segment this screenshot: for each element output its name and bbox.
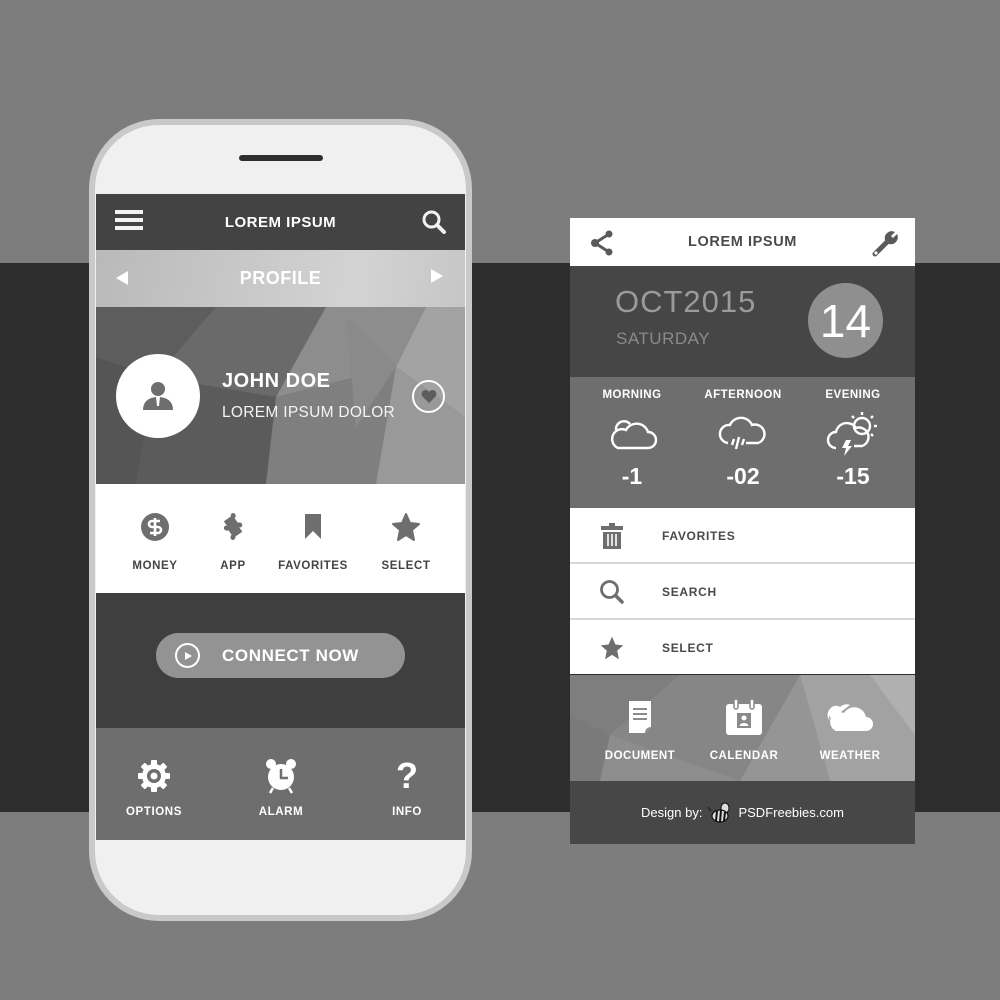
quick-action-label: APP — [220, 560, 246, 572]
weather-label: AFTERNOON — [704, 389, 782, 401]
avatar[interactable] — [116, 354, 200, 438]
quick-action-app[interactable]: APP — [188, 510, 278, 572]
nav-label: OPTIONS — [126, 806, 182, 818]
app-label: WEATHER — [819, 750, 881, 762]
menu-list: FAVORITES SEARCH SELECT — [570, 508, 915, 674]
user-subtitle: LOREM IPSUM DOLOR — [222, 404, 396, 421]
quick-action-money[interactable]: MONEY — [110, 510, 200, 572]
user-icon — [143, 382, 173, 410]
weather-value: -1 — [621, 463, 643, 489]
cloud-icon — [611, 420, 658, 450]
app-header: LOREM IPSUM — [96, 194, 465, 250]
app-title: LOREM IPSUM — [224, 213, 337, 231]
connect-now-label: CONNECT NOW — [222, 645, 359, 665]
app-weather[interactable]: WEATHER — [800, 697, 900, 762]
list-item-label: SEARCH — [662, 585, 717, 599]
quick-action-label: SELECT — [381, 560, 431, 572]
profile-tab-bar: PROFILE — [96, 250, 465, 307]
favorite-button[interactable] — [412, 380, 445, 413]
month-year: OCT2015 — [615, 284, 757, 319]
calendar-icon — [726, 698, 762, 735]
profile-card: JOHN DOE LOREM IPSUM DOLOR — [96, 307, 465, 484]
phone-body: LOREM IPSUM PROFILE JOHN DOE LOREM IPSUM… — [95, 125, 466, 915]
list-item-favorites[interactable]: FAVORITES — [570, 508, 915, 564]
dollar-icon — [141, 513, 169, 541]
bee-logo-icon — [708, 802, 730, 823]
app-calendar[interactable]: CALENDAR — [694, 697, 794, 762]
list-item-search[interactable]: SEARCH — [570, 564, 915, 620]
panel-header: LOREM IPSUM — [570, 218, 915, 266]
trash-icon — [601, 523, 623, 549]
bookmark-icon — [305, 514, 321, 539]
nav-info[interactable]: ? INFO — [362, 755, 452, 819]
quick-actions: MONEY APP FAVORITES SELECT — [96, 484, 465, 593]
hamburger-menu-icon[interactable] — [115, 210, 143, 232]
thunder-sun-cloud-icon — [826, 412, 877, 456]
phone-frame: LOREM IPSUM PROFILE JOHN DOE LOREM IPSUM… — [89, 119, 472, 921]
panel-title: LOREM IPSUM — [688, 234, 797, 250]
search-icon[interactable] — [421, 209, 447, 235]
app-label: DOCUMENT — [604, 750, 676, 762]
arrow-left-icon[interactable] — [116, 271, 128, 285]
phone-screen: LOREM IPSUM PROFILE JOHN DOE LOREM IPSUM… — [96, 194, 465, 840]
weather-evening: EVENING -15 — [798, 389, 908, 490]
alarm-clock-icon — [266, 759, 296, 794]
credit-prefix: Design by: — [641, 805, 703, 820]
gear-icon — [138, 760, 170, 792]
credit-brand[interactable]: PSDFreebies.com — [738, 805, 843, 820]
weather-value: -02 — [726, 463, 760, 489]
play-icon — [175, 643, 200, 668]
user-name: JOHN DOE — [222, 370, 331, 392]
weekday: SATURDAY — [616, 329, 711, 348]
wrench-icon[interactable] — [871, 230, 899, 258]
quick-action-label: FAVORITES — [278, 560, 348, 572]
search-icon — [600, 580, 624, 604]
weather-widget: MORNING -1 AFTERNOON -02 EVENING -15 — [570, 377, 915, 508]
document-icon — [629, 701, 651, 733]
apps-section: DOCUMENT CALENDAR WEATHER — [570, 675, 915, 781]
nav-options[interactable]: OPTIONS — [109, 758, 199, 818]
weather-afternoon: AFTERNOON -02 — [688, 389, 798, 490]
list-item-select[interactable]: SELECT — [570, 620, 915, 674]
puzzle-icon — [223, 513, 243, 540]
connect-section: CONNECT NOW — [96, 593, 465, 728]
rain-cloud-icon — [718, 416, 766, 450]
widget-panel: LOREM IPSUM OCT2015 SATURDAY 14 MORNING … — [570, 218, 915, 844]
day-badge: 14 — [808, 283, 883, 358]
star-icon — [600, 636, 624, 660]
credit-footer: Design by: PSDFreebies.com — [570, 781, 915, 844]
bottom-nav: OPTIONS ALARM ? INFO — [96, 728, 465, 840]
weather-label: EVENING — [825, 389, 881, 401]
app-label: CALENDAR — [709, 750, 779, 762]
phone-speaker — [239, 155, 323, 161]
date-widget: OCT2015 SATURDAY 14 — [570, 266, 915, 377]
weather-morning: MORNING -1 — [577, 389, 687, 490]
app-document[interactable]: DOCUMENT — [590, 697, 690, 762]
list-item-label: SELECT — [662, 641, 714, 655]
share-icon[interactable] — [590, 230, 614, 256]
list-item-label: FAVORITES — [662, 529, 736, 543]
weather-value: -15 — [836, 463, 870, 489]
quick-action-select[interactable]: SELECT — [361, 510, 451, 572]
question-icon: ? — [396, 755, 418, 796]
quick-action-label: MONEY — [132, 560, 178, 572]
connect-now-button[interactable]: CONNECT NOW — [156, 633, 405, 678]
quick-action-favorites[interactable]: FAVORITES — [268, 510, 358, 572]
nav-label: INFO — [392, 806, 422, 818]
profile-tab-title: PROFILE — [239, 268, 322, 288]
heart-icon — [421, 390, 436, 403]
arrow-right-icon[interactable] — [431, 269, 443, 283]
nav-alarm[interactable]: ALARM — [236, 758, 326, 818]
weather-label: MORNING — [602, 389, 662, 401]
nav-label: ALARM — [258, 806, 304, 818]
star-icon — [392, 513, 420, 541]
weather-cloud-icon — [827, 704, 873, 731]
